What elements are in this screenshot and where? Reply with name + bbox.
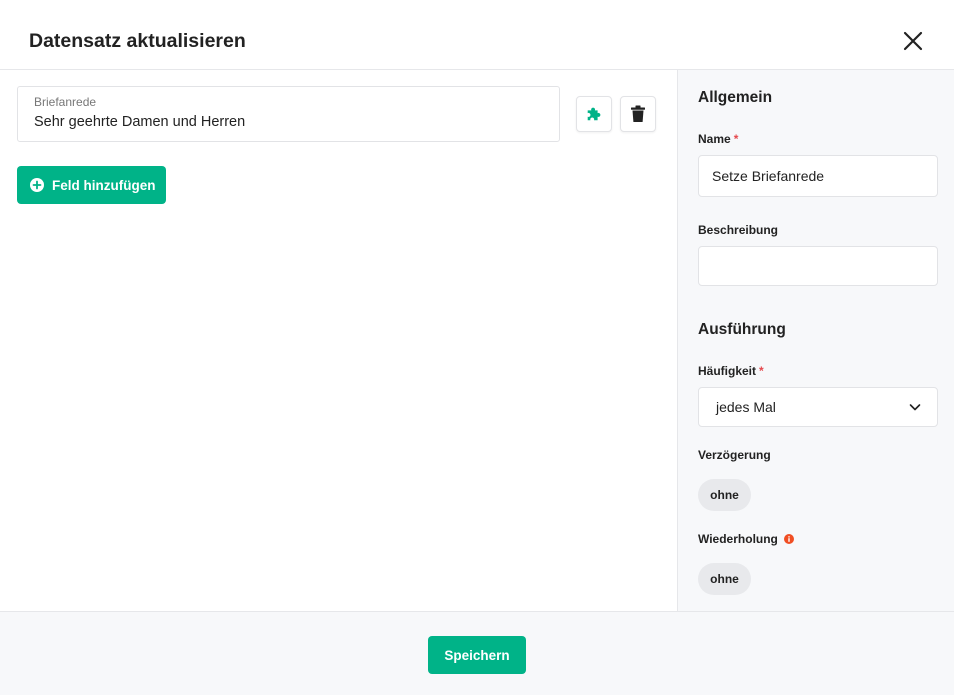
field-label: Briefanrede bbox=[34, 95, 97, 109]
name-label: Name * bbox=[698, 132, 739, 146]
close-button[interactable] bbox=[900, 28, 926, 54]
trash-icon bbox=[631, 105, 645, 122]
section-general-title: Allgemein bbox=[698, 89, 773, 106]
chevron-down-icon bbox=[909, 404, 921, 411]
dialog-footer: Speichern bbox=[0, 611, 954, 695]
info-icon[interactable] bbox=[783, 534, 794, 544]
delete-button[interactable] bbox=[620, 96, 656, 132]
fields-panel: Briefanrede Sehr geehrte Damen und Herre… bbox=[0, 70, 677, 611]
close-icon bbox=[903, 31, 923, 51]
save-button[interactable]: Speichern bbox=[428, 636, 526, 674]
puzzle-icon bbox=[587, 107, 601, 121]
field-value[interactable]: Sehr geehrte Damen und Herren bbox=[34, 114, 245, 130]
repeat-label: Wiederholung bbox=[698, 532, 794, 546]
section-execution-title: Ausführung bbox=[698, 321, 786, 338]
repeat-chip[interactable]: ohne bbox=[698, 563, 751, 595]
dialog-title: Datensatz aktualisieren bbox=[29, 30, 246, 52]
required-marker: * bbox=[733, 132, 739, 146]
dialog-header: Datensatz aktualisieren bbox=[0, 0, 954, 70]
name-input-value: Setze Briefanrede bbox=[712, 168, 825, 184]
description-label: Beschreibung bbox=[698, 223, 779, 237]
frequency-select-value: jedes Mal bbox=[716, 399, 776, 415]
field-briefanrede[interactable]: Briefanrede Sehr geehrte Damen und Herre… bbox=[17, 86, 560, 142]
add-field-label: Feld hinzufügen bbox=[52, 177, 156, 193]
name-input[interactable]: Setze Briefanrede bbox=[698, 155, 938, 197]
frequency-label: Häufigkeit * bbox=[698, 364, 764, 378]
delay-chip[interactable]: ohne bbox=[698, 479, 751, 511]
frequency-select[interactable]: jedes Mal bbox=[698, 387, 938, 427]
add-field-button[interactable]: Feld hinzufügen bbox=[17, 166, 166, 204]
settings-sidebar: Allgemein Name * Setze Briefanrede Beschr… bbox=[677, 70, 954, 611]
description-input[interactable] bbox=[698, 246, 938, 286]
plus-circle-icon bbox=[30, 178, 44, 192]
plugin-button[interactable] bbox=[576, 96, 612, 132]
update-record-dialog: Datensatz aktualisieren Briefanrede Sehr… bbox=[0, 0, 954, 695]
delay-label: Verzögerung bbox=[698, 448, 771, 462]
required-marker: * bbox=[759, 364, 764, 378]
